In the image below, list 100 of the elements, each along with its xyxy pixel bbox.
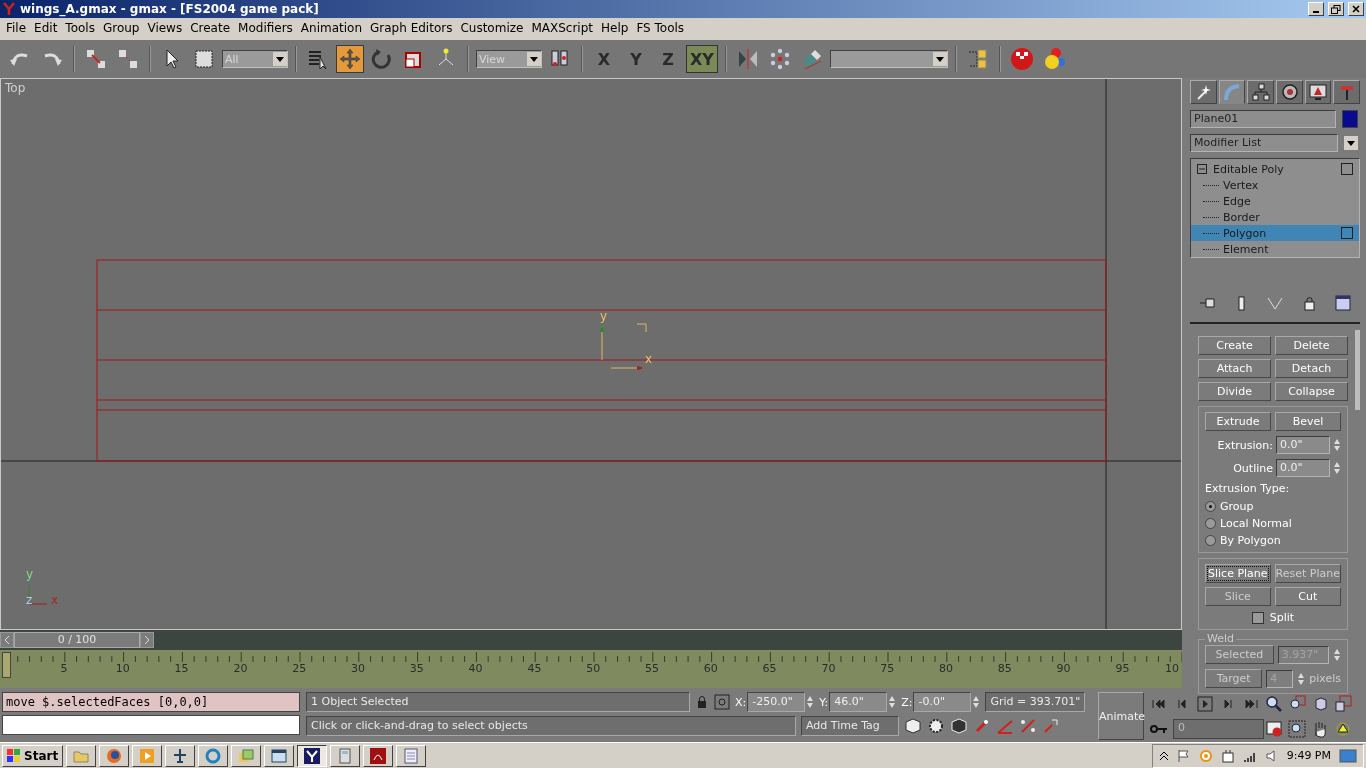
stack-subitem[interactable]: Border: [1191, 209, 1359, 225]
radio-button[interactable]: [1205, 501, 1216, 512]
spinner-field[interactable]: 0.0": [1276, 436, 1330, 454]
clock[interactable]: 9:49 PM: [1286, 749, 1331, 762]
object-color-swatch[interactable]: [1342, 110, 1358, 128]
magnet-icon[interactable]: [973, 717, 991, 735]
menu-item[interactable]: Edit: [30, 21, 62, 35]
menu-item[interactable]: Group: [98, 21, 144, 35]
stack-subitem[interactable]: Element: [1191, 241, 1359, 257]
spinner-arrows-icon[interactable]: [806, 694, 815, 710]
spinner-field[interactable]: 0.0": [1276, 459, 1330, 477]
stack-item[interactable]: Editable Poly: [1213, 162, 1335, 176]
utilities-tab[interactable]: [1333, 80, 1361, 104]
spinner-snap-icon[interactable]: [1042, 717, 1060, 735]
radio-label[interactable]: By Polygon: [1220, 534, 1281, 547]
next-frame-button[interactable]: [140, 632, 154, 648]
axis-constraint-button[interactable]: Z: [654, 45, 682, 73]
hierarchy-tab[interactable]: [1247, 80, 1274, 104]
motion-tab[interactable]: [1276, 80, 1303, 104]
command-button[interactable]: Attach: [1198, 359, 1271, 378]
radio-button[interactable]: [1205, 518, 1216, 529]
command-button[interactable]: Delete: [1275, 336, 1348, 355]
move-tool-button[interactable]: [336, 45, 364, 73]
arc-rotate-icon[interactable]: [1334, 720, 1352, 738]
command-button[interactable]: Collapse: [1275, 382, 1348, 401]
padlock-icon[interactable]: [695, 695, 709, 709]
menu-item[interactable]: Modifiers: [234, 21, 297, 35]
radio-label[interactable]: Local Normal: [1220, 517, 1292, 530]
animate-button[interactable]: Animate: [1098, 692, 1144, 740]
current-frame-field[interactable]: 0: [1173, 719, 1264, 739]
menu-item[interactable]: Graph Editors: [366, 21, 457, 35]
dark-cube-icon[interactable]: [950, 717, 968, 735]
object-name-field[interactable]: Plane01: [1190, 110, 1336, 128]
stack-subitem[interactable]: Polygon: [1191, 225, 1359, 241]
menu-item[interactable]: Views: [143, 21, 187, 35]
play-icon[interactable]: [1196, 695, 1214, 713]
stack-subitem[interactable]: Edge: [1191, 193, 1359, 209]
modifier-list-dropdown[interactable]: Modifier List: [1190, 134, 1338, 152]
command-button[interactable]: Create: [1198, 336, 1271, 355]
toggle-box-icon[interactable]: [1341, 163, 1353, 175]
percent-snap-icon[interactable]: [1019, 717, 1037, 735]
checkbox-label[interactable]: Split: [1269, 611, 1295, 624]
coordinate-field[interactable]: 46.0": [829, 692, 888, 712]
time-slider-thumb[interactable]: 0 / 100: [14, 632, 140, 648]
menu-item[interactable]: Tools: [61, 21, 99, 35]
viewport-label[interactable]: Top: [5, 81, 26, 95]
chevron-up-icon[interactable]: [1158, 749, 1169, 762]
power-plug-icon[interactable]: [1220, 748, 1235, 763]
spinner-arrows-icon[interactable]: [1333, 460, 1341, 476]
region-zoom-icon[interactable]: [1288, 720, 1306, 738]
add-time-tag-field[interactable]: Add Time Tag: [801, 716, 899, 736]
split-checkbox[interactable]: [1251, 611, 1264, 624]
axis-constraint-button[interactable]: Y: [622, 45, 650, 73]
command-button[interactable]: Slice Plane: [1205, 564, 1271, 583]
command-button[interactable]: Cut: [1274, 587, 1341, 606]
spinner-arrows-icon[interactable]: [972, 694, 981, 710]
time-config-icon[interactable]: [1265, 720, 1283, 738]
create-tab[interactable]: [1190, 80, 1217, 104]
gear-icon[interactable]: [927, 717, 945, 735]
maxscript-output-field[interactable]: move $.selectedFaces [0,0,0]: [2, 692, 300, 712]
menu-item[interactable]: Customize: [456, 21, 528, 35]
command-button[interactable]: Bevel: [1275, 412, 1341, 431]
desktop-icon[interactable]: [1339, 748, 1357, 763]
modify-tab[interactable]: [1218, 80, 1246, 104]
cube-icon[interactable]: [904, 717, 922, 735]
menu-item[interactable]: Help: [597, 21, 633, 35]
flag-icon[interactable]: [1176, 748, 1191, 763]
maxscript-input-field[interactable]: [2, 715, 300, 735]
configure-icon[interactable]: [1334, 294, 1352, 312]
command-button[interactable]: Extrude: [1205, 412, 1271, 431]
axis-constraint-button[interactable]: XY: [686, 45, 718, 73]
menu-item[interactable]: MAXScript: [527, 21, 597, 35]
named-selection-dropdown[interactable]: [829, 50, 948, 68]
start-button[interactable]: Start: [2, 744, 64, 767]
spinner-arrows-icon[interactable]: [888, 694, 897, 710]
previous-frame-button[interactable]: [0, 632, 14, 648]
frame-marker[interactable]: [2, 652, 11, 678]
scrollbar-thumb[interactable]: [1355, 330, 1360, 410]
radio-button[interactable]: [1205, 535, 1216, 546]
track-bar[interactable]: 5 10 15 20 25 30 35 40 45 50 55 60 65 70 75 80 85 90 95 10: [0, 650, 1182, 688]
viewport[interactable]: Top y x y z x: [0, 78, 1182, 630]
close-button[interactable]: [1348, 2, 1364, 16]
radio-label[interactable]: Group: [1220, 500, 1254, 513]
taskbar-button[interactable]: [297, 744, 328, 767]
menu-item[interactable]: File: [2, 21, 31, 35]
zoom-extents-all-icon[interactable]: [1334, 695, 1352, 713]
menu-item[interactable]: FS Tools: [632, 21, 689, 35]
minimize-button[interactable]: [1308, 2, 1324, 16]
coordinate-field[interactable]: -250.0": [747, 692, 806, 712]
restore-button[interactable]: [1328, 2, 1344, 16]
stack-subitem[interactable]: Vertex: [1191, 177, 1359, 193]
square-target-icon[interactable]: [714, 694, 730, 710]
coordinate-field[interactable]: -0.0": [913, 692, 972, 712]
axis-constraint-button[interactable]: X: [590, 45, 618, 73]
zoom-icon[interactable]: [1265, 695, 1283, 713]
command-button[interactable]: Detach: [1275, 359, 1348, 378]
menu-item[interactable]: Animation: [296, 21, 367, 35]
spinner-arrows-icon[interactable]: [1333, 437, 1341, 453]
command-button[interactable]: Divide: [1198, 382, 1271, 401]
display-tab[interactable]: [1304, 80, 1332, 104]
